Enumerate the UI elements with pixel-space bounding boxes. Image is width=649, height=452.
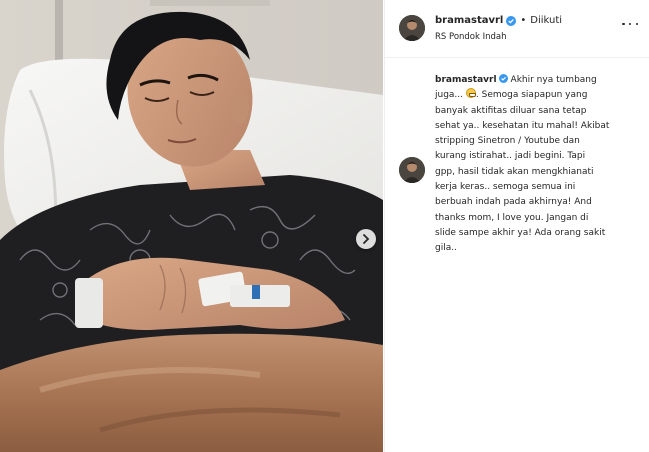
avatar[interactable] (399, 15, 425, 41)
caption-text: bramastavrl Akhir nya tumbang juga... . S… (435, 73, 640, 257)
photo-illustration (0, 0, 383, 452)
caption-line: slide sampe akhir ya! Ada orang sakit (435, 227, 606, 238)
avatar-image (399, 15, 425, 41)
caption-avatar[interactable] (399, 157, 425, 183)
post-photo[interactable] (0, 0, 383, 452)
avatar-image (399, 157, 425, 183)
next-slide-button[interactable] (356, 229, 376, 249)
caption-line: thanks mom, I love you. Jangan di (435, 212, 589, 223)
caption-line: sehat ya.. kesehatan itu mahal! Akibat (435, 120, 610, 131)
more-options-icon[interactable] (622, 19, 638, 29)
caption-line-text: juga... (435, 90, 464, 101)
verified-badge-icon (498, 74, 508, 83)
instagram-post-view: bramastavrl • Diikuti RS Pondok Indah br… (0, 0, 649, 452)
grimacing-face-icon (465, 88, 476, 99)
post-header: bramastavrl • Diikuti RS Pondok Indah (385, 0, 649, 58)
follow-status-button[interactable]: Diikuti (530, 15, 562, 26)
caption-line: gpp, hasil tidak akan mengkhianati (435, 166, 594, 177)
post-author: bramastavrl • Diikuti (435, 15, 562, 26)
caption-line: kurang istirahat.. jadi begini. Tapi (435, 151, 586, 162)
caption-line: bramastavrl Akhir nya tumbang (435, 73, 640, 88)
caption-line-text: Akhir nya tumbang (510, 75, 597, 85)
username-link[interactable]: bramastavrl (435, 15, 503, 26)
post-side-panel: bramastavrl • Diikuti RS Pondok Indah br… (384, 0, 649, 452)
caption-line: juga... . Semoga siapapun yang (435, 88, 588, 101)
caption-line: kerja keras.. semoga semua ini (435, 182, 576, 193)
caption-line: berbuah indah pada akhirnya! And (435, 197, 592, 208)
caption-line: banyak aktifitas diluar sana tetap (435, 105, 587, 116)
caption-line: stripping Sinetron / Youtube dan (435, 136, 580, 147)
caption-line-text: Semoga siapapun yang (481, 90, 588, 101)
chevron-right-icon (363, 234, 370, 244)
caption-username-link[interactable]: bramastavrl (435, 75, 497, 85)
separator-dot: • (520, 15, 527, 26)
caption-line: gila.. (435, 243, 457, 254)
verified-badge-icon (506, 15, 517, 26)
location-link[interactable]: RS Pondok Indah (435, 32, 507, 42)
